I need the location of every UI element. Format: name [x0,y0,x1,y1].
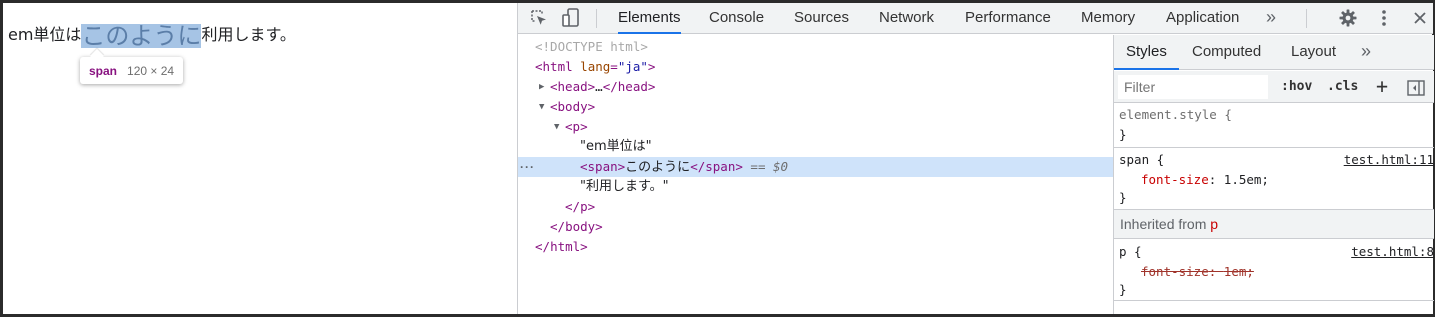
tab-sources[interactable]: Sources [794,3,849,34]
more-options-icon[interactable]: ··· [520,157,535,177]
devtools-panel: Elements Console Sources Network Perform… [517,3,1434,314]
tree-row-p[interactable]: ▼ <p> [518,117,1113,137]
selector-span[interactable]: span { [1119,150,1164,170]
tooltip-dimensions: 120 × 24 [127,63,175,78]
text-node: "利用します。" [580,179,669,194]
inherited-label: Inherited from [1120,216,1207,232]
html-close-tag: </html> [535,239,588,254]
styles-filter-input[interactable] [1118,75,1268,99]
page-paragraph: em単位はこのように利用します。 [8,23,296,48]
tooltip-tag-name: span [89,63,118,78]
tree-row-text[interactable]: "利用します。" [518,177,1113,197]
tab-network[interactable]: Network [879,3,934,34]
more-tabs-chevron-icon[interactable]: » [1361,35,1371,70]
tab-performance[interactable]: Performance [965,3,1051,34]
declaration-p-overridden[interactable]: font-size: 1em; [1141,262,1254,282]
page-viewport: em単位はこのように利用します。 span 120 × 24 [3,3,517,314]
class-toggle-button[interactable]: .cls [1327,79,1358,94]
collapse-triangle-icon[interactable]: ▼ [539,97,544,117]
tree-row-span-selected[interactable]: ··· <span>このように</span> == $0 [518,157,1113,177]
body-open-tag: <body> [550,99,596,114]
close-brace: } [1119,282,1127,297]
paragraph-text-before: em単位は [8,25,82,44]
toolbar-separator [1306,9,1307,28]
highlighted-span[interactable]: このように [81,24,202,48]
text-node: "em単位は" [580,139,652,154]
tab-console[interactable]: Console [709,3,764,34]
head-tag: <head>…</head> [550,79,656,94]
tab-computed[interactable]: Computed [1192,35,1261,70]
kebab-menu-icon[interactable] [1373,7,1395,29]
more-tabs-chevron-icon[interactable]: » [1266,3,1276,34]
gear-icon[interactable] [1337,7,1359,29]
hover-state-button[interactable]: :hov [1281,79,1312,94]
declaration-span[interactable]: font-size: 1.5em; [1141,170,1269,190]
new-rule-plus-icon[interactable]: + [1376,74,1388,98]
tab-application[interactable]: Application [1166,3,1239,34]
tree-row-p-close[interactable]: </p> [518,197,1113,217]
inherited-tag-link[interactable]: p [1210,216,1218,232]
close-brace: } [1119,127,1127,142]
expand-triangle-icon[interactable]: ▶ [539,77,544,97]
styles-pane: Styles Computed Layout » :hov .cls + ele… [1113,35,1434,314]
tree-row-head[interactable]: ▶ <head>…</head> [518,77,1113,97]
tree-row-doctype[interactable]: <!DOCTYPE html> [518,37,1113,57]
tab-layout[interactable]: Layout [1291,35,1336,70]
source-link-span[interactable]: test.html:11 [1344,150,1434,170]
tree-row-body[interactable]: ▼ <body> [518,97,1113,117]
source-link-p[interactable]: test.html:8 [1351,242,1434,262]
styles-filter-bar: :hov .cls + [1114,71,1434,103]
inspect-icon[interactable] [528,7,550,29]
p-open-tag: <p> [565,119,588,134]
close-icon[interactable] [1409,7,1431,29]
tab-elements[interactable]: Elements [618,3,681,34]
tree-row-html[interactable]: <html lang="ja"> [518,57,1113,77]
rule-element-style: element.style { } [1114,104,1434,148]
devtools-toolbar: Elements Console Sources Network Perform… [518,3,1433,34]
rule-p: p { test.html:8 font-size: 1em; } [1114,240,1434,301]
body-close-tag: </body> [550,219,603,234]
p-close-tag: </p> [565,199,596,214]
styles-tabbar: Styles Computed Layout » [1114,35,1434,70]
toolbar-separator [596,9,597,28]
span-element: <span>このように</span> == $0 [580,159,789,175]
tab-styles[interactable]: Styles [1114,35,1179,70]
close-brace: } [1119,190,1127,205]
tab-memory[interactable]: Memory [1081,3,1135,34]
tree-row-body-close[interactable]: </body> [518,217,1113,237]
toggle-sidebar-icon[interactable] [1407,80,1425,101]
selector-element-style[interactable]: element.style { [1119,105,1232,125]
collapse-triangle-icon[interactable]: ▼ [554,117,559,137]
html-open-tag: <html lang="ja"> [535,59,656,74]
inspect-tooltip: span 120 × 24 [80,57,184,84]
doctype-text: <!DOCTYPE html> [535,39,648,54]
device-toggle-icon[interactable] [560,7,582,29]
inherited-header: Inherited from p [1114,210,1434,239]
rule-span: span { test.html:11 font-size: 1.5em; } [1114,148,1434,210]
tree-row-html-close[interactable]: </html> [518,237,1113,257]
elements-tree: <!DOCTYPE html> <html lang="ja"> ▶ <head… [518,35,1113,314]
selector-p[interactable]: p { [1119,242,1142,262]
paragraph-text-after: 利用します。 [201,25,296,44]
tree-row-text[interactable]: "em単位は" [518,137,1113,157]
